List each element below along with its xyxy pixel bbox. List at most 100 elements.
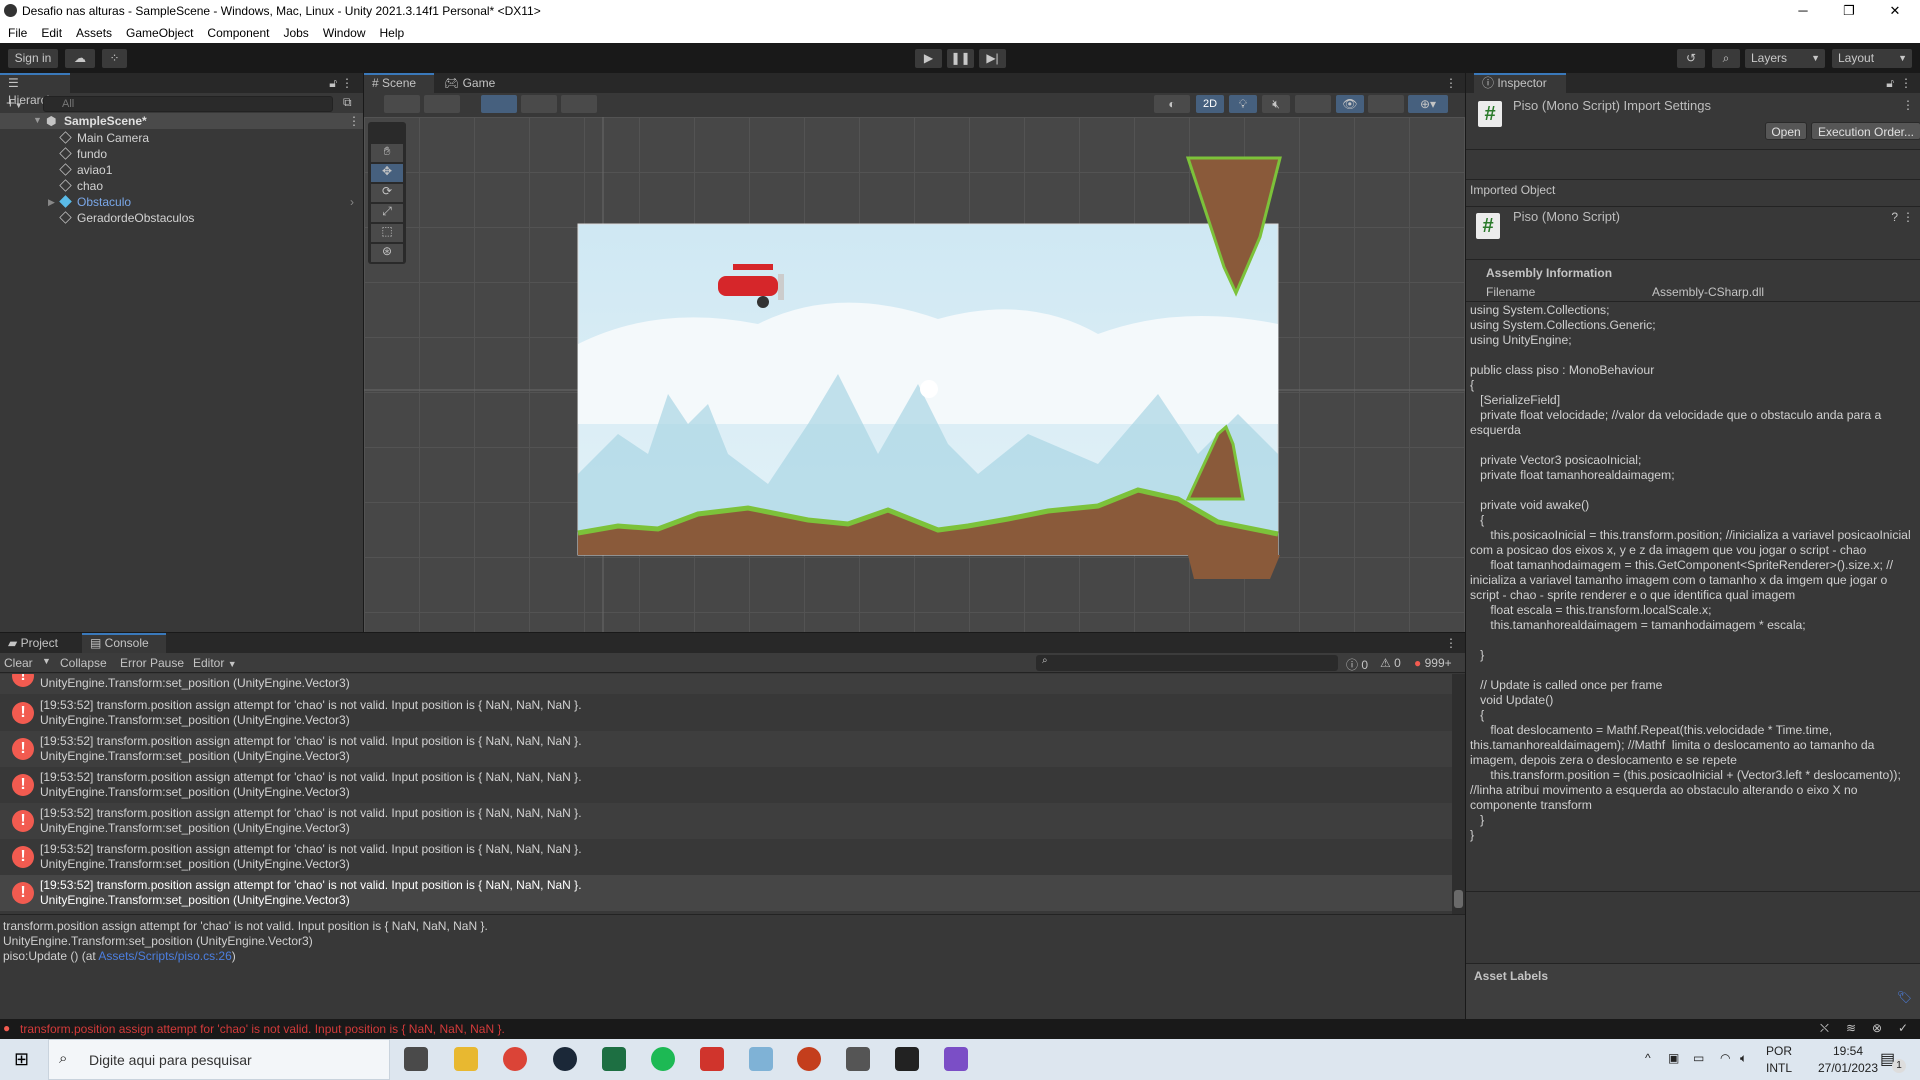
console-search-input[interactable]: ⌕ (1036, 655, 1338, 671)
2d-toggle[interactable]: 2D (1196, 95, 1224, 113)
powerpoint-icon[interactable] (797, 1047, 821, 1071)
error-count-toggle[interactable]: ● 999+ (1414, 656, 1452, 670)
tab-console[interactable]: ▤ Console (82, 633, 166, 653)
error-pause-button[interactable]: Error Pause (120, 656, 184, 670)
task-view-icon[interactable] (404, 1047, 428, 1071)
clear-button[interactable]: Clear (4, 656, 33, 670)
grid-snap-toggle[interactable] (481, 95, 517, 113)
more-icon[interactable]: ⋮ (1445, 76, 1457, 90)
app-icon[interactable] (700, 1047, 724, 1071)
menu-assets[interactable]: Assets (76, 26, 112, 40)
tray-app-icon[interactable]: ▣ (1668, 1051, 1679, 1065)
hierarchy-item-obstaculo[interactable]: ▶ Obstaculo › (48, 194, 354, 210)
status-message[interactable]: transform.position assign attempt for 'c… (20, 1022, 505, 1036)
taskbar-search-input[interactable]: ⌕ Digite aqui para pesquisar (48, 1039, 390, 1080)
expand-arrow-icon[interactable]: ▶ (48, 194, 55, 210)
open-button[interactable]: Open (1765, 122, 1807, 140)
camera-dropdown[interactable] (1368, 95, 1404, 113)
visibility-toggle-icon[interactable]: 👁︎ (1336, 95, 1364, 113)
scene-row[interactable]: ▼ ⬢ SampleScene* ⋮ (0, 113, 363, 129)
label-tag-icon[interactable]: 🏷︎ (1897, 990, 1912, 1004)
move-tool-icon[interactable]: ✥ (371, 164, 403, 182)
steam-icon[interactable] (553, 1047, 577, 1071)
more-icon[interactable]: ⋮ (1445, 636, 1457, 650)
component-menu-icon[interactable]: ⋮ (1902, 210, 1914, 224)
hierarchy-item-chao[interactable]: chao (59, 178, 103, 194)
history-icon[interactable]: ↺ (1677, 49, 1705, 68)
debug-icon[interactable]: ⛌ (1820, 1021, 1829, 1036)
ruler-dropdown[interactable] (561, 95, 597, 113)
clock-date[interactable]: 27/01/2023 (1815, 1061, 1881, 1075)
editor-dropdown[interactable]: Editor ▼ (193, 656, 237, 670)
scene-menu-icon[interactable]: ⋮ (348, 114, 360, 128)
source-link[interactable]: Assets/Scripts/piso.cs:26 (98, 949, 231, 963)
cloud-icon[interactable]: ☁ (65, 49, 95, 68)
menu-file[interactable]: File (8, 26, 27, 40)
transform-tool-icon[interactable]: ⊛ (371, 244, 403, 262)
sign-in-button[interactable]: Sign in (8, 49, 58, 68)
progress-icon[interactable]: ✓ (1898, 1021, 1908, 1035)
menu-gameobject[interactable]: GameObject (126, 26, 193, 40)
hierarchy-item-fundo[interactable]: fundo (59, 146, 107, 162)
rect-tool-icon[interactable]: ⬚ (371, 224, 403, 242)
visual-studio-icon[interactable] (944, 1047, 968, 1071)
pause-button[interactable]: ❚❚ (947, 49, 974, 68)
lock-icon[interactable]: 🔓︎ (1886, 76, 1894, 91)
play-button[interactable]: ▶ (915, 49, 942, 68)
unity-icon[interactable] (895, 1047, 919, 1071)
draw-mode-dropdown[interactable] (384, 95, 420, 113)
minimize-button[interactable]: ─ (1780, 0, 1826, 22)
warning-count-toggle[interactable]: ⚠ 0 (1380, 656, 1401, 670)
move-handle-icon[interactable] (920, 380, 938, 398)
log-row[interactable]: ! [19:53:52] transform.position assign at… (0, 731, 1452, 767)
more-icon[interactable]: ⋮ (341, 76, 353, 90)
search-icon[interactable]: ⌕ (1712, 49, 1740, 68)
file-explorer-icon[interactable] (454, 1047, 478, 1071)
audio-toggle-icon[interactable]: 🔇︎ (1262, 95, 1290, 113)
increment-snap-dropdown[interactable] (521, 95, 557, 113)
battery-icon[interactable]: ▭ (1693, 1051, 1704, 1065)
menu-jobs[interactable]: Jobs (283, 26, 308, 40)
tab-game[interactable]: 🎮︎ Game (436, 73, 503, 93)
close-button[interactable]: ✕ (1872, 0, 1918, 22)
unity-hub-icon[interactable] (846, 1047, 870, 1071)
hierarchy-search-input[interactable]: All (43, 96, 333, 112)
collapse-button[interactable]: Collapse (60, 656, 107, 670)
network-icon[interactable]: ⊗ (1872, 1021, 1882, 1035)
scrollbar-thumb[interactable] (1454, 890, 1463, 908)
log-row[interactable]: ! [19:53:52] transform.position assign at… (0, 695, 1452, 731)
console-scrollbar[interactable] (1452, 674, 1465, 914)
menu-component[interactable]: Component (207, 26, 269, 40)
lighting-dropdown[interactable]: ◐ (1154, 95, 1190, 113)
tab-inspector[interactable]: ⓘ Inspector (1474, 73, 1566, 93)
menu-edit[interactable]: Edit (41, 26, 62, 40)
help-icon[interactable]: ? (1891, 210, 1898, 224)
tab-project[interactable]: ▰ Project (0, 633, 66, 653)
keyboard-layout[interactable]: INTL (1766, 1061, 1792, 1075)
hand-tool-icon[interactable]: ✋︎ (371, 144, 403, 162)
excel-icon[interactable] (602, 1047, 626, 1071)
log-row[interactable]: ! UnityEngine.Transform:set_position (Uni… (0, 674, 1452, 694)
cache-icon[interactable]: ≋ (1846, 1021, 1856, 1035)
menu-window[interactable]: Window (323, 26, 366, 40)
tab-hierarchy[interactable]: ☰ Hierarchy (0, 73, 70, 107)
layers-dropdown[interactable]: Layers ▼ (1745, 49, 1825, 68)
layout-dropdown[interactable]: Layout ▼ (1832, 49, 1912, 68)
log-count-toggle[interactable]: ⓘ 0 (1346, 656, 1368, 673)
clock-time[interactable]: 19:54 (1815, 1044, 1881, 1058)
hierarchy-item-geradordeobstaculos[interactable]: GeradordeObstaculos (59, 210, 194, 226)
header-menu-icon[interactable]: ⋮ (1902, 98, 1914, 112)
collab-icon[interactable]: ⁘ (102, 49, 127, 68)
hierarchy-item-main-camera[interactable]: Main Camera (59, 130, 149, 146)
effects-dropdown[interactable] (1295, 95, 1331, 113)
volume-icon[interactable]: 🔈︎ (1740, 1051, 1747, 1066)
chevron-right-icon[interactable]: › (350, 194, 354, 210)
hierarchy-item-aviao1[interactable]: aviao1 (59, 162, 112, 178)
scene-viewport[interactable]: ✋︎ ✥ ⟳ ⤢ ⬚ ⊛ (364, 117, 1465, 632)
more-icon[interactable]: ⋮ (1900, 76, 1912, 90)
step-button[interactable]: ▶| (979, 49, 1006, 68)
maximize-button[interactable]: ❐ (1826, 0, 1872, 22)
scene-picker-icon[interactable]: ⧉ (343, 95, 352, 110)
wifi-icon[interactable]: ◠ (1720, 1051, 1730, 1065)
add-button[interactable]: +▼ (6, 95, 23, 112)
